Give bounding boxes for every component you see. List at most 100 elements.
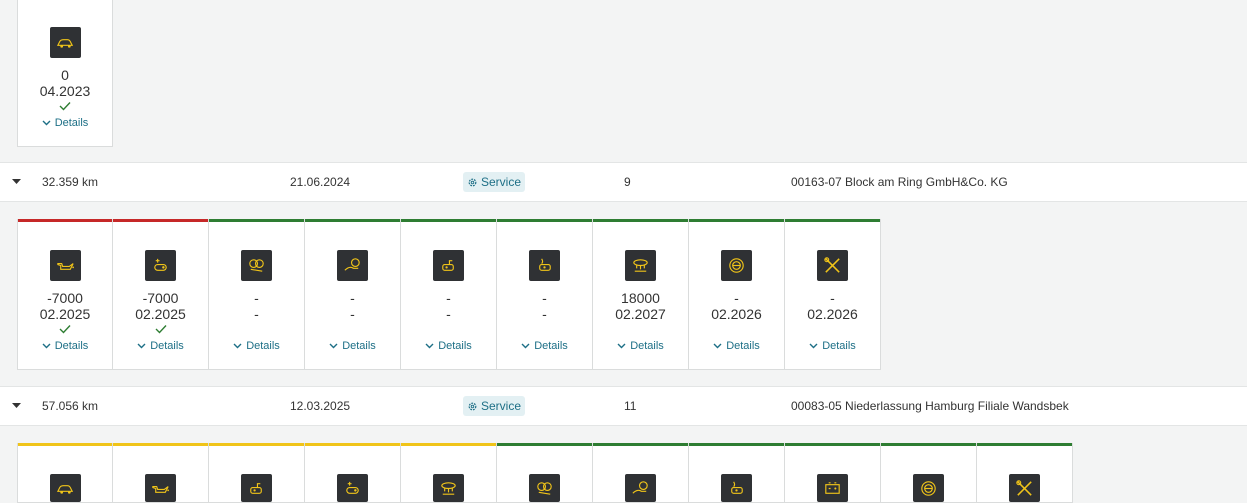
check-icon: [59, 322, 71, 337]
brake-fluid-icon: [145, 250, 176, 281]
status-bar: [977, 443, 1072, 446]
chevron-down-icon: [809, 343, 818, 349]
details-label: Details: [438, 340, 472, 352]
service-badge-label: Service: [481, 399, 522, 413]
details-toggle[interactable]: Details: [233, 340, 280, 352]
status-bar: [18, 0, 112, 3]
car-icon: [49, 27, 81, 58]
status-bar: [305, 443, 400, 446]
brake-pad-rear-icon: [337, 250, 368, 281]
details-toggle[interactable]: Details: [137, 340, 184, 352]
remaining-value: -: [830, 290, 835, 306]
oil-can-icon: [49, 250, 81, 281]
details-toggle[interactable]: Details: [425, 340, 472, 352]
mileage: 32.359 km: [42, 175, 99, 189]
chevron-down-icon: [617, 343, 626, 349]
due-date: 02.2027: [615, 306, 666, 322]
details-toggle[interactable]: Details: [617, 340, 664, 352]
chevron-down-icon: [329, 343, 338, 349]
service-card-group: -7000 02.2025 Details -7000 02.2025 Details - -…: [17, 219, 881, 370]
status-bar: [209, 443, 304, 446]
brake-pad-front-icon: [241, 250, 272, 281]
remaining-value: -: [350, 290, 355, 306]
gear-icon: [468, 402, 477, 410]
details-toggle[interactable]: Details: [521, 340, 568, 352]
remaining-value: 18000: [621, 290, 660, 306]
details-label: Details: [822, 340, 856, 352]
brake-disc-icon: [721, 250, 752, 281]
remaining-value: -: [542, 290, 547, 306]
remaining-value: -7000: [47, 290, 83, 306]
service-item-card: -02.2026 Details: [689, 219, 785, 370]
check-icon: [59, 99, 71, 114]
details-label: Details: [246, 340, 280, 352]
service-item-card: [497, 443, 593, 503]
due-date: 02.2025: [39, 306, 91, 322]
service-item-card: 18000 02.2027 Details: [593, 219, 689, 370]
due-date: 02.2026: [711, 306, 762, 322]
service-item-card: -7000 02.2025 Details: [113, 219, 209, 370]
remaining-value: -: [734, 290, 739, 306]
fluid-can-icon: [433, 250, 464, 281]
service-item-card: - - Details: [497, 219, 593, 370]
remaining-value: -7000: [142, 290, 179, 306]
service-item-card: [977, 443, 1073, 503]
service-item-card: - - Details: [305, 219, 401, 370]
service-item-card: [305, 443, 401, 503]
expand-caret-icon[interactable]: [12, 163, 22, 201]
status-bar: [209, 219, 304, 222]
remaining-value: 0: [61, 67, 69, 83]
status-bar: [593, 219, 688, 222]
service-history-row[interactable]: 57.056 km 12.03.2025 Service 11 00083-05…: [0, 386, 1247, 426]
status-bar: [497, 219, 592, 222]
expand-caret-icon[interactable]: [12, 387, 22, 425]
dealer-name: 00083-05 Niederlassung Hamburg Filiale W…: [791, 399, 1069, 413]
status-bar: [305, 219, 400, 222]
service-history-row[interactable]: 32.359 km 21.06.2024 Service 9 00163-07 …: [0, 162, 1247, 202]
details-toggle[interactable]: Details: [42, 117, 89, 129]
chevron-down-icon: [137, 343, 146, 349]
service-item-card: - - Details: [401, 219, 497, 370]
service-badge: Service: [463, 396, 526, 416]
details-label: Details: [342, 340, 376, 352]
details-toggle[interactable]: Details: [42, 340, 88, 352]
service-item-card: -02.2026 Details: [785, 219, 881, 370]
coolant-icon: [529, 250, 560, 281]
remaining-value: -: [254, 290, 259, 306]
service-card-group: 0 04.2023 Details: [17, 0, 113, 147]
air-filter-icon: [625, 250, 656, 281]
service-item-card: [785, 443, 881, 503]
status-bar: [785, 219, 880, 222]
service-item-card: 0 04.2023 Details: [17, 0, 113, 147]
service-card-group: [17, 443, 1073, 503]
service-date: 21.06.2024: [290, 175, 351, 189]
chevron-down-icon: [42, 120, 51, 126]
dealer-name: 00163-07 Block am Ring GmbH&Co. KG: [791, 175, 1008, 189]
status-bar: [113, 443, 208, 446]
due-date: 02.2026: [807, 306, 858, 322]
item-count: 11: [624, 399, 637, 413]
due-date: -: [254, 306, 259, 322]
service-badge: Service: [463, 172, 526, 192]
chevron-down-icon: [233, 343, 242, 349]
service-item-card: -7000 02.2025 Details: [17, 219, 113, 370]
details-label: Details: [726, 340, 760, 352]
chevron-down-icon: [42, 343, 51, 349]
details-toggle[interactable]: Details: [713, 340, 760, 352]
status-bar: [18, 443, 112, 446]
details-toggle[interactable]: Details: [809, 340, 856, 352]
due-date: 02.2025: [135, 306, 186, 322]
due-date: 04.2023: [39, 83, 91, 99]
service-item-card: [689, 443, 785, 503]
service-badge-label: Service: [481, 175, 522, 189]
status-bar: [689, 443, 784, 446]
chevron-down-icon: [521, 343, 530, 349]
status-bar: [785, 443, 880, 446]
details-toggle[interactable]: Details: [329, 340, 376, 352]
status-bar: [497, 443, 592, 446]
due-date: -: [446, 306, 451, 322]
service-item-card: [113, 443, 209, 503]
chevron-down-icon: [425, 343, 434, 349]
details-label: Details: [54, 117, 89, 129]
status-bar: [113, 219, 208, 222]
